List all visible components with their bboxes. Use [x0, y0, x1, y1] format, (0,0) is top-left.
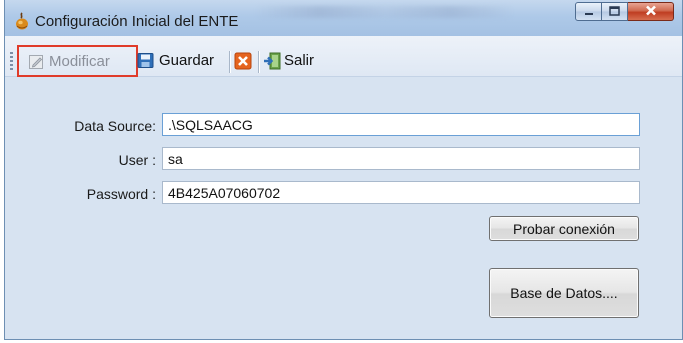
close-button[interactable] — [628, 2, 674, 21]
window-title: Configuración Inicial del ENTE — [35, 13, 239, 30]
exit-icon — [263, 52, 281, 69]
modificar-label: Modificar — [49, 52, 110, 70]
cancel-icon — [234, 52, 252, 69]
guardar-label: Guardar — [159, 51, 215, 69]
toolbar: Modificar Guardar Salir — [5, 36, 682, 77]
modificar-button[interactable]: Modificar — [17, 45, 138, 77]
data-source-field[interactable]: .\SQLSAACG — [162, 113, 640, 136]
guardar-button[interactable]: Guardar — [137, 47, 214, 73]
maximize-button[interactable] — [602, 2, 628, 21]
minimize-icon — [584, 4, 594, 19]
window-controls — [575, 2, 674, 22]
toolbar-separator — [229, 51, 230, 73]
toolbar-separator — [258, 51, 259, 73]
base-de-datos-button[interactable]: Base de Datos.... — [489, 268, 639, 318]
app-icon — [14, 12, 30, 30]
salir-label: Salir — [284, 51, 315, 69]
minimize-button[interactable] — [575, 2, 602, 21]
user-field[interactable]: sa — [162, 147, 640, 170]
cancelar-button[interactable] — [234, 47, 252, 73]
probar-conexion-button[interactable]: Probar conexión — [489, 216, 639, 241]
title-bar[interactable]: Configuración Inicial del ENTE — [5, 0, 682, 36]
save-icon — [137, 52, 154, 69]
app-window: Configuración Inicial del ENTE Modificar… — [4, 0, 683, 340]
close-icon — [645, 4, 657, 19]
edit-icon — [28, 53, 45, 70]
password-label: Password : — [86, 186, 156, 202]
blurred-title-text — [255, 6, 515, 18]
maximize-icon — [609, 4, 620, 19]
data-source-label: Data Source: — [74, 118, 156, 134]
password-field[interactable]: 4B425A07060702 — [162, 181, 640, 204]
salir-button[interactable]: Salir — [263, 47, 314, 73]
user-label: User : — [118, 152, 156, 168]
toolbar-grip[interactable] — [10, 52, 13, 70]
